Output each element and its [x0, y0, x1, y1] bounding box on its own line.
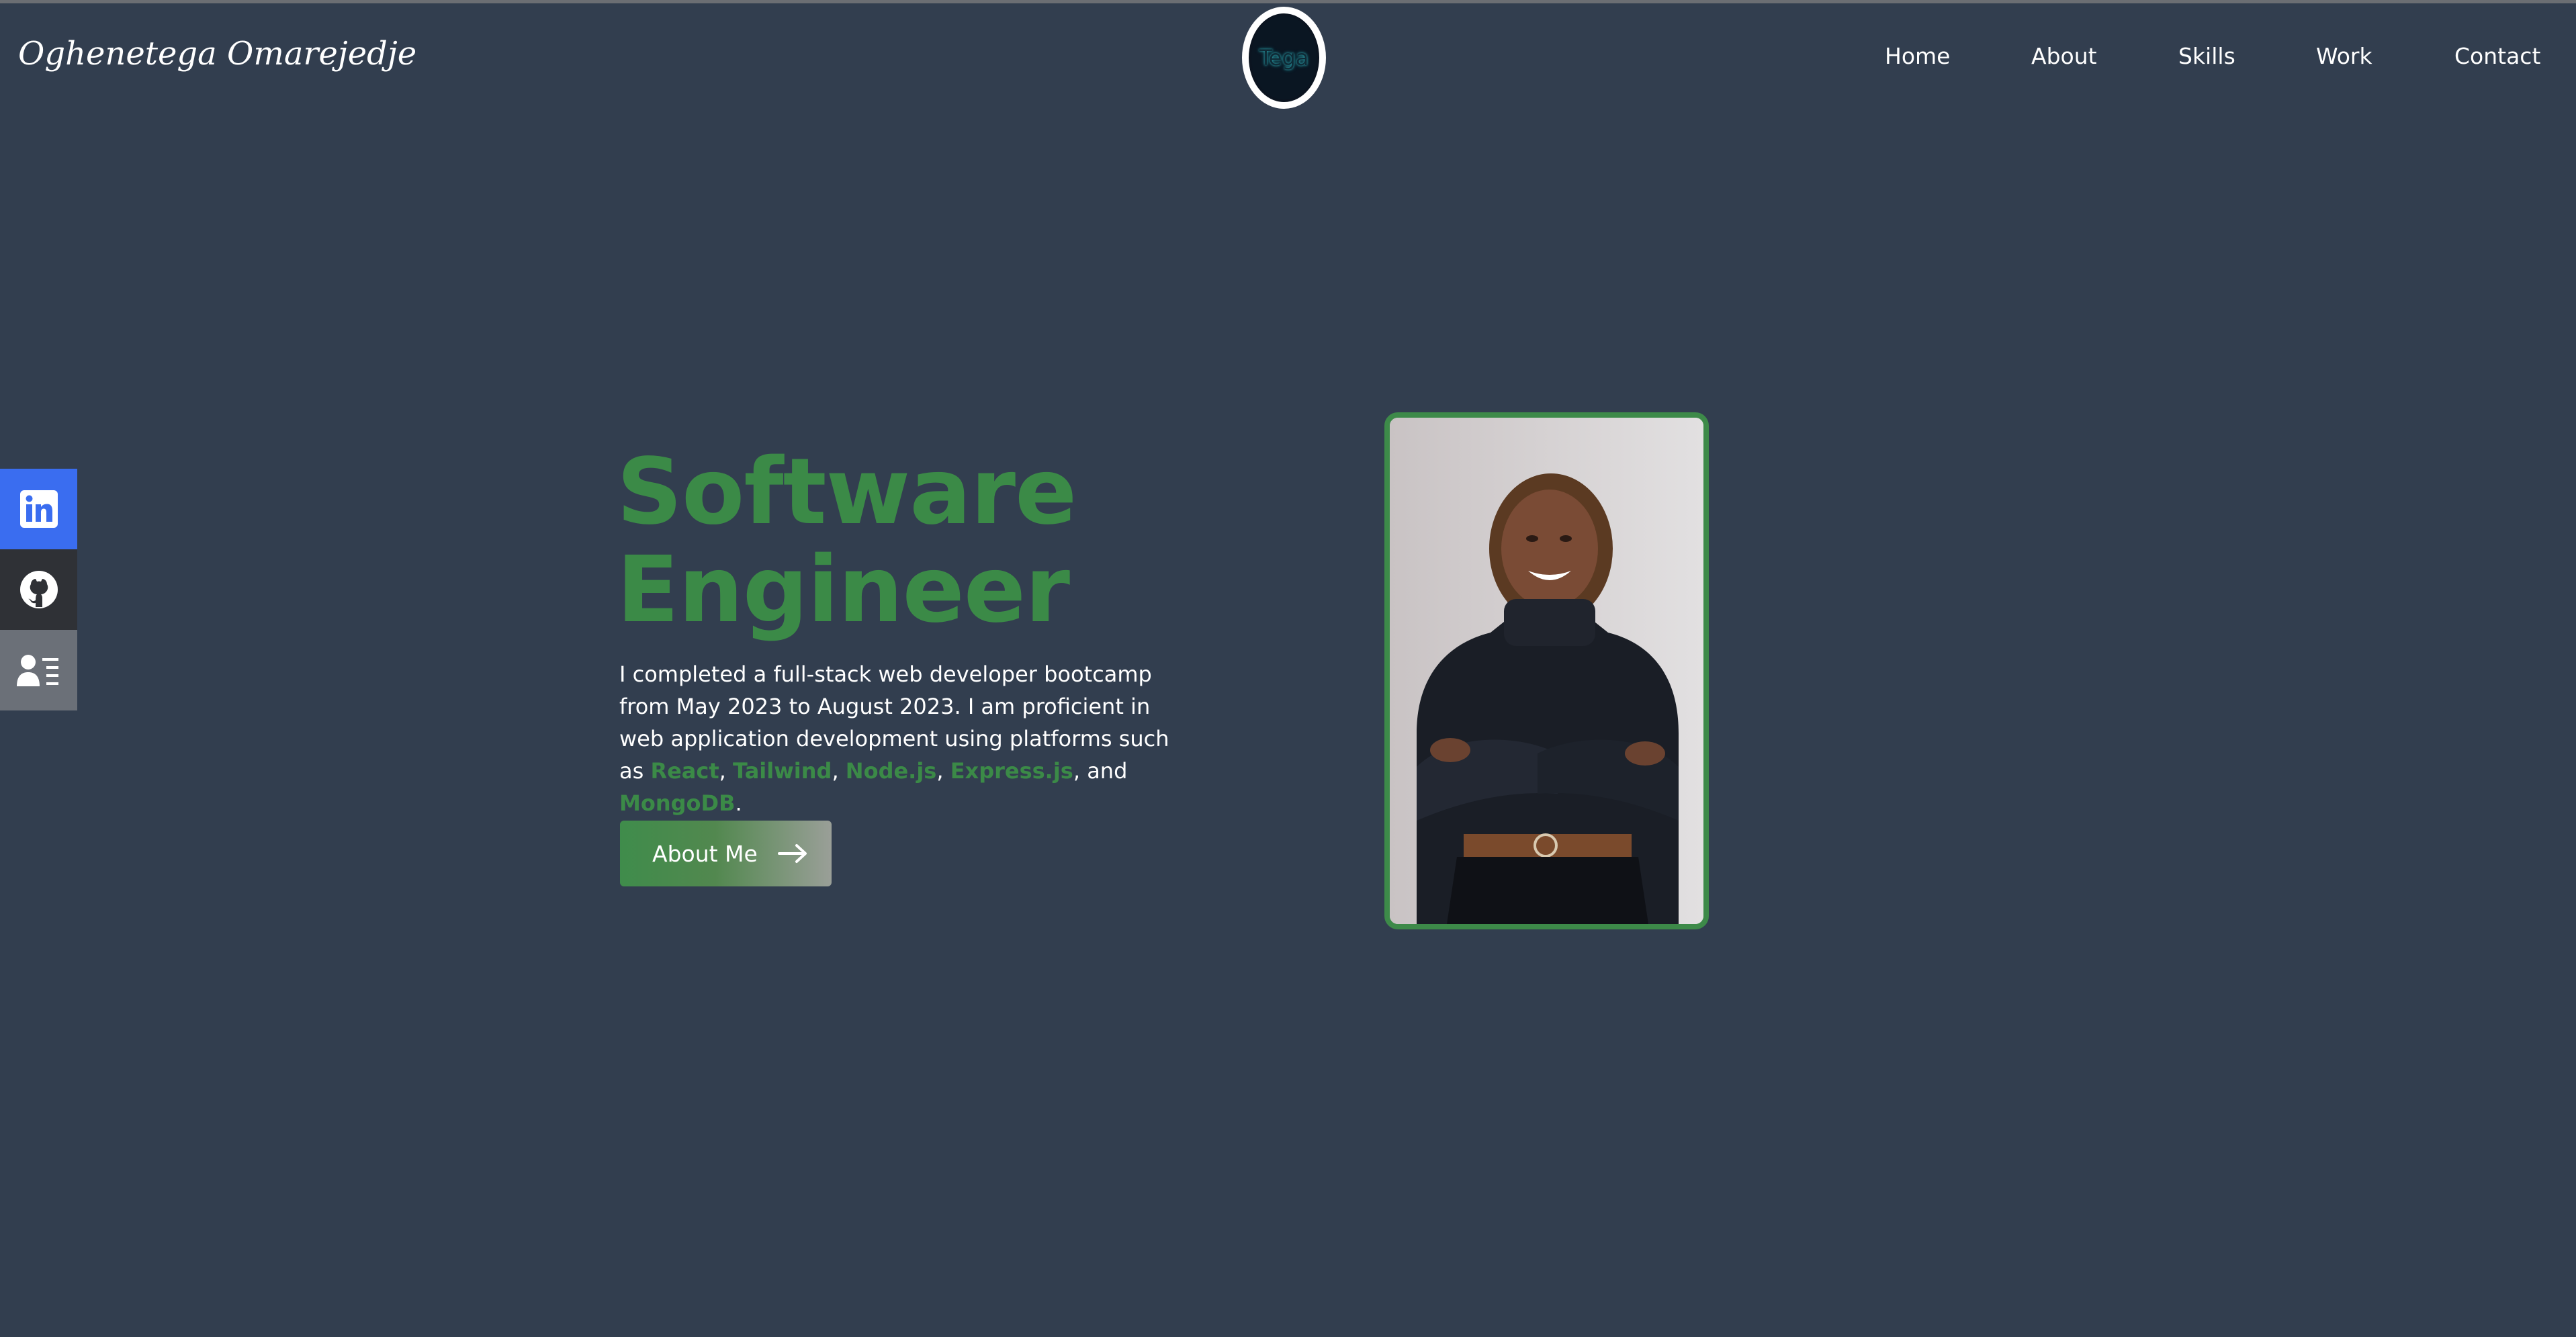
tech-expressjs: Express.js [950, 758, 1073, 784]
portrait-image [1390, 418, 1703, 924]
hero-title: Software Engineer [617, 439, 1077, 643]
nav-skills[interactable]: Skills [2178, 43, 2235, 69]
tech-tailwind: Tailwind [733, 758, 832, 784]
linkedin-icon [19, 490, 58, 528]
resume-link[interactable] [0, 630, 77, 710]
about-me-button[interactable]: About Me [620, 821, 832, 886]
separator: , [832, 758, 846, 784]
tech-nodejs: Node.js [845, 758, 937, 784]
period: . [735, 790, 742, 816]
about-me-label: About Me [652, 840, 758, 867]
hero-title-line1: Software [617, 439, 1077, 545]
nav-work[interactable]: Work [2316, 43, 2372, 69]
separator: , [936, 758, 950, 784]
github-icon [19, 571, 58, 608]
logo-text: Tega [1259, 45, 1309, 71]
tech-react: React [650, 758, 719, 784]
top-border [0, 0, 2576, 3]
conjunction: , and [1073, 758, 1128, 784]
tech-mongodb: MongoDB [619, 790, 736, 816]
social-sidebar [0, 469, 77, 710]
github-link[interactable] [0, 549, 77, 630]
hero-description: I completed a full-stack web developer b… [619, 658, 1184, 819]
nav-contact[interactable]: Contact [2454, 43, 2540, 69]
separator: , [719, 758, 733, 784]
nav-about[interactable]: About [2031, 43, 2097, 69]
hero-title-line2: Engineer [617, 537, 1070, 643]
brand-name[interactable]: Oghenetega Omarejedje [18, 35, 416, 73]
linkedin-link[interactable] [0, 469, 77, 549]
arrow-right-icon [777, 844, 807, 863]
logo[interactable]: Tega [1242, 7, 1326, 109]
resume-icon [16, 655, 58, 686]
profile-photo [1384, 412, 1709, 929]
nav-home[interactable]: Home [1885, 43, 1950, 69]
